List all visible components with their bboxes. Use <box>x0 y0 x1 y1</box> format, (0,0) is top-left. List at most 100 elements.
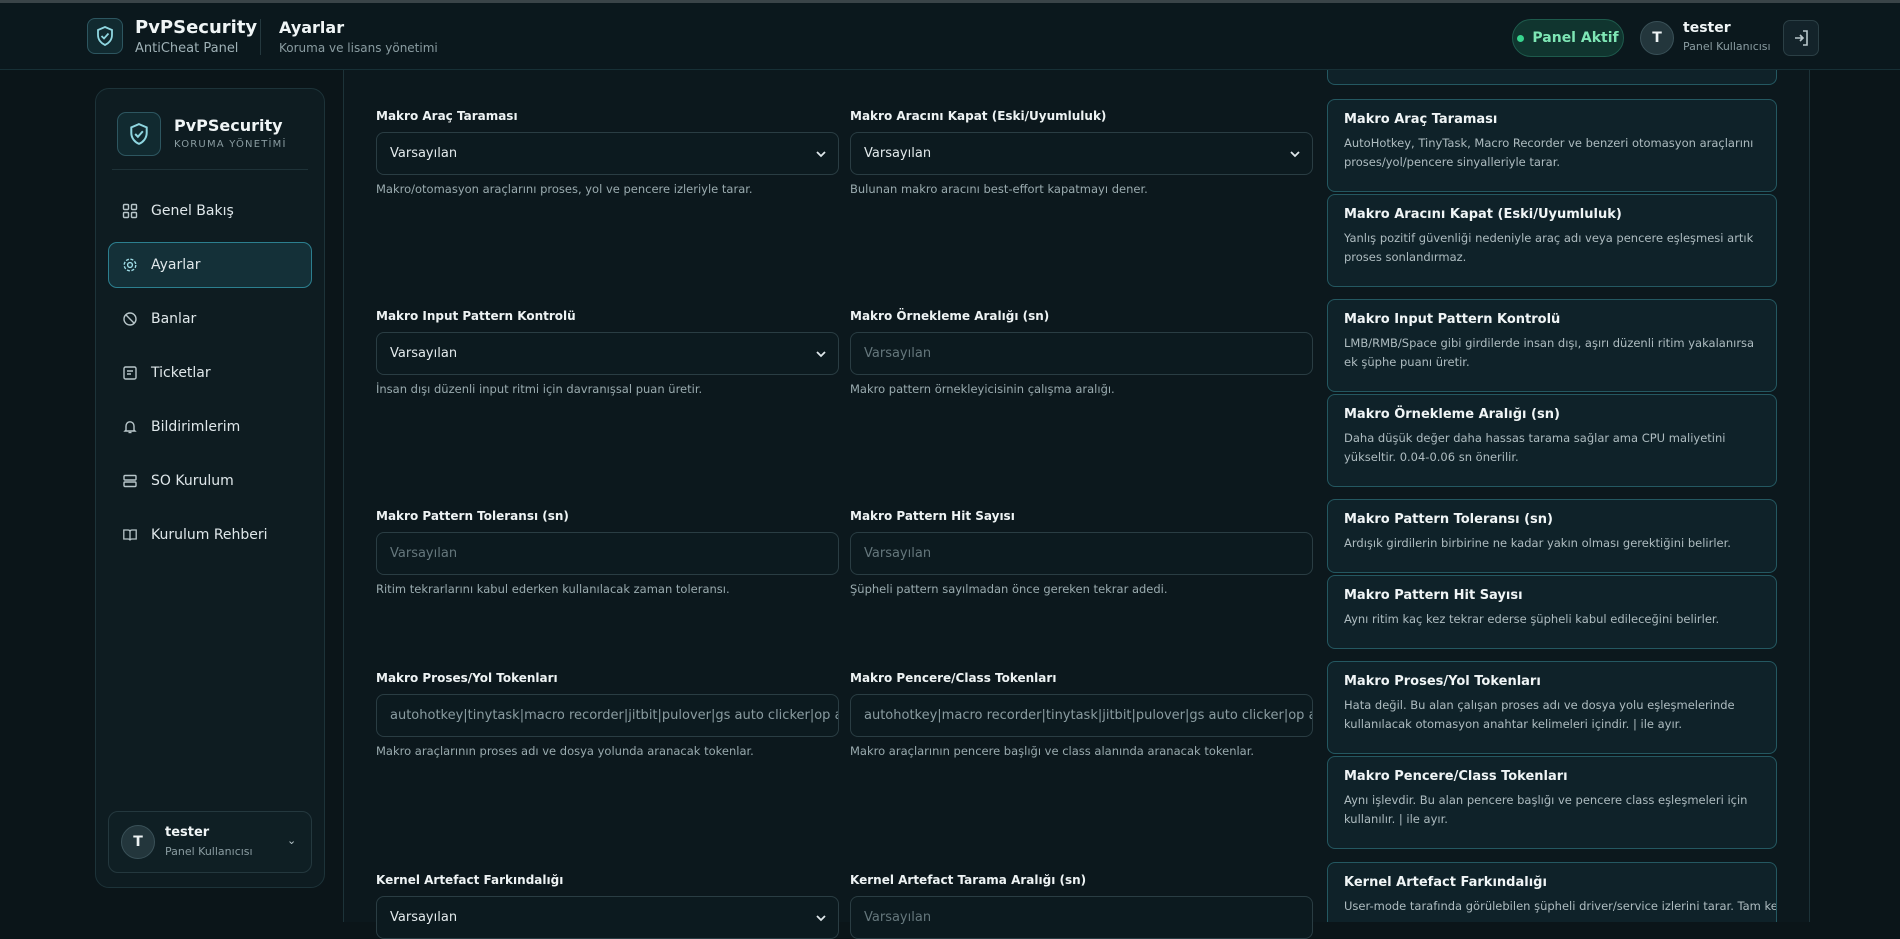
avatar: T <box>121 825 155 859</box>
sidebar-item-genel-bakis[interactable]: Genel Bakış <box>108 188 312 234</box>
status-label: Panel Aktif <box>1532 30 1619 46</box>
info-card-text: Daha düşük değer daha hassas tarama sağl… <box>1344 431 1726 464</box>
sidebar-item-ticketlar[interactable]: Ticketlar <box>108 350 312 396</box>
ticket-icon <box>122 365 138 381</box>
field-makro-ornekleme-araligi: Makro Örnekleme Aralığı (sn) Varsayılan … <box>850 309 1313 396</box>
field-makro-input-pattern: Makro Input Pattern Kontrolü Varsayılan … <box>376 309 839 396</box>
select-value: Varsayılan <box>864 146 932 161</box>
field-label: Makro Pattern Hit Sayısı <box>850 509 1015 523</box>
field-makro-proses-yol-tokenlari: Makro Proses/Yol Tokenları autohotkey|ti… <box>376 671 839 758</box>
makro-arac-taramasi-select[interactable]: Varsayılan <box>376 132 839 175</box>
sidebar-user-role: Panel Kullanıcısı <box>165 845 253 858</box>
makro-aracini-kapat-select[interactable]: Varsayılan <box>850 132 1313 175</box>
ban-icon <box>122 311 138 327</box>
makro-ornekleme-araligi-input[interactable]: Varsayılan <box>850 332 1313 375</box>
select-value: Varsayılan <box>390 346 458 361</box>
kernel-artefact-tarama-araligi-input[interactable]: Varsayılan <box>850 896 1313 939</box>
info-card-title: Makro Input Pattern Kontrolü <box>1344 312 1561 327</box>
field-label: Makro Aracını Kapat (Eski/Uyumluluk) <box>850 109 1107 123</box>
info-card-text: Yanlış pozitif güvenliği nedeniyle araç … <box>1344 231 1754 264</box>
status-dot-icon <box>1517 34 1525 42</box>
sidebar-divider <box>112 169 308 170</box>
makro-proses-yol-tokenlari-input[interactable]: autohotkey|tinytask|macro recorder|jitbi… <box>376 694 839 737</box>
input-value: autohotkey|tinytask|macro recorder|jitbi… <box>390 708 838 723</box>
sidebar-user-name: tester <box>165 825 210 840</box>
field-makro-pencere-class-tokenlari: Makro Pencere/Class Tokenları autohotkey… <box>850 671 1313 758</box>
sidebar-item-kurulum-rehberi[interactable]: Kurulum Rehberi <box>108 512 312 558</box>
info-card-text: AutoHotkey, TinyTask, Macro Recorder ve … <box>1344 136 1754 169</box>
sidebar-nav: Genel Bakış Ayarlar Banlar Ticketlar Bil… <box>108 188 312 566</box>
field-makro-aracini-kapat: Makro Aracını Kapat (Eski/Uyumluluk) Var… <box>850 109 1313 196</box>
info-card-title: Makro Araç Taraması <box>1344 112 1498 127</box>
chevron-down-icon <box>816 151 826 158</box>
kernel-artefact-farkindaligi-select[interactable]: Varsayılan <box>376 896 839 939</box>
field-label: Kernel Artefact Tarama Aralığı (sn) <box>850 873 1087 887</box>
info-card: Makro Araç Taraması AutoHotkey, TinyTask… <box>1327 99 1777 192</box>
info-card-title: Makro Örnekleme Aralığı (sn) <box>1344 407 1560 422</box>
info-card-title: Makro Pattern Toleransı (sn) <box>1344 512 1553 527</box>
sidebar-item-banlar[interactable]: Banlar <box>108 296 312 342</box>
info-card: Makro Input Pattern Kontrolü LMB/RMB/Spa… <box>1327 299 1777 392</box>
field-help: Şüpheli pattern sayılmadan önce gereken … <box>850 582 1168 596</box>
sidebar-user-menu[interactable]: T tester Panel Kullanıcısı ⌄ <box>108 811 312 873</box>
info-card-title: Makro Aracını Kapat (Eski/Uyumluluk) <box>1344 207 1622 222</box>
book-icon <box>122 527 138 543</box>
grid-icon <box>122 203 138 219</box>
gear-icon <box>122 257 138 273</box>
input-placeholder: Varsayılan <box>864 910 932 925</box>
shield-logo-icon <box>87 18 123 54</box>
field-label: Makro Proses/Yol Tokenları <box>376 671 558 685</box>
field-help: Bulunan makro aracını best-effort kapatm… <box>850 182 1148 196</box>
sidebar-item-label: Ayarlar <box>151 257 201 273</box>
sidebar-brand-name: PvPSecurity <box>174 116 283 135</box>
info-card: Makro Pencere/Class Tokenları Aynı işlev… <box>1327 756 1777 849</box>
chevron-down-icon <box>816 351 826 358</box>
header-avatar[interactable]: T <box>1640 21 1674 55</box>
info-card-text: User-mode tarafında görülebilen şüpheli … <box>1344 899 1777 913</box>
logout-button[interactable] <box>1783 20 1819 56</box>
field-label: Makro Input Pattern Kontrolü <box>376 309 576 323</box>
field-help: Makro pattern örnekleyicisinin çalışma a… <box>850 382 1115 396</box>
panel-status-badge: Panel Aktif <box>1512 19 1624 57</box>
chevron-down-icon: ⌄ <box>287 834 297 847</box>
info-card: Makro Proses/Yol Tokenları Hata değil. B… <box>1327 661 1777 754</box>
sidebar-item-so-kurulum[interactable]: SO Kurulum <box>108 458 312 504</box>
header-user-name: tester <box>1683 20 1731 36</box>
field-label: Kernel Artefact Farkındalığı <box>376 873 564 887</box>
info-card-title: Kernel Artefact Farkındalığı <box>1344 875 1547 890</box>
sidebar-item-label: Banlar <box>151 311 197 327</box>
info-card-text: LMB/RMB/Space gibi girdilerde insan dışı… <box>1344 336 1755 369</box>
input-placeholder: Varsayılan <box>390 546 458 561</box>
makro-pencere-class-tokenlari-input[interactable]: autohotkey|macro recorder|tinytask|jitbi… <box>850 694 1313 737</box>
info-card: Makro Aracını Kapat (Eski/Uyumluluk) Yan… <box>1327 194 1777 287</box>
sidebar-item-label: Bildirimlerim <box>151 419 241 435</box>
info-card-title: Makro Pattern Hit Sayısı <box>1344 588 1523 603</box>
input-placeholder: Varsayılan <box>864 346 932 361</box>
sidebar-item-label: SO Kurulum <box>151 473 234 489</box>
makro-pattern-hit-sayisi-input[interactable]: Varsayılan <box>850 532 1313 575</box>
brand-subtitle: AntiCheat Panel <box>135 41 239 56</box>
header-divider <box>260 19 261 55</box>
info-card: Makro Pattern Hit Sayısı Aynı ritim kaç … <box>1327 575 1777 649</box>
sidebar: PvPSecurity KORUMA YÖNETİMİ Genel Bakış … <box>95 88 325 888</box>
makro-input-pattern-select[interactable]: Varsayılan <box>376 332 839 375</box>
sidebar-item-bildirimlerim[interactable]: Bildirimlerim <box>108 404 312 450</box>
field-kernel-artefact-tarama-araligi: Kernel Artefact Tarama Aralığı (sn) Vars… <box>850 873 1313 939</box>
info-card: Makro Örnekleme Aralığı (sn) Daha düşük … <box>1327 394 1777 487</box>
info-card-text: Hata değil. Bu alan çalışan proses adı v… <box>1344 698 1735 731</box>
info-card: Makro Pattern Toleransı (sn) Ardışık gir… <box>1327 499 1777 573</box>
info-card-partial <box>1327 70 1777 85</box>
sidebar-item-ayarlar[interactable]: Ayarlar <box>108 242 312 288</box>
info-card-text: Aynı işlevdir. Bu alan pencere başlığı v… <box>1344 793 1748 826</box>
top-header: PvPSecurity AntiCheat Panel Ayarlar Koru… <box>0 3 1900 70</box>
sidebar-item-label: Genel Bakış <box>151 203 234 219</box>
bell-icon <box>122 419 138 435</box>
field-makro-arac-taramasi: Makro Araç Taraması Varsayılan Makro/oto… <box>376 109 839 196</box>
page-subtitle: Koruma ve lisans yönetimi <box>279 41 438 55</box>
makro-pattern-toleransi-input[interactable]: Varsayılan <box>376 532 839 575</box>
brand-name: PvPSecurity <box>135 17 258 38</box>
field-makro-pattern-toleransi: Makro Pattern Toleransı (sn) Varsayılan … <box>376 509 839 596</box>
field-label: Makro Pattern Toleransı (sn) <box>376 509 569 523</box>
select-value: Varsayılan <box>390 146 458 161</box>
select-value: Varsayılan <box>390 910 458 925</box>
